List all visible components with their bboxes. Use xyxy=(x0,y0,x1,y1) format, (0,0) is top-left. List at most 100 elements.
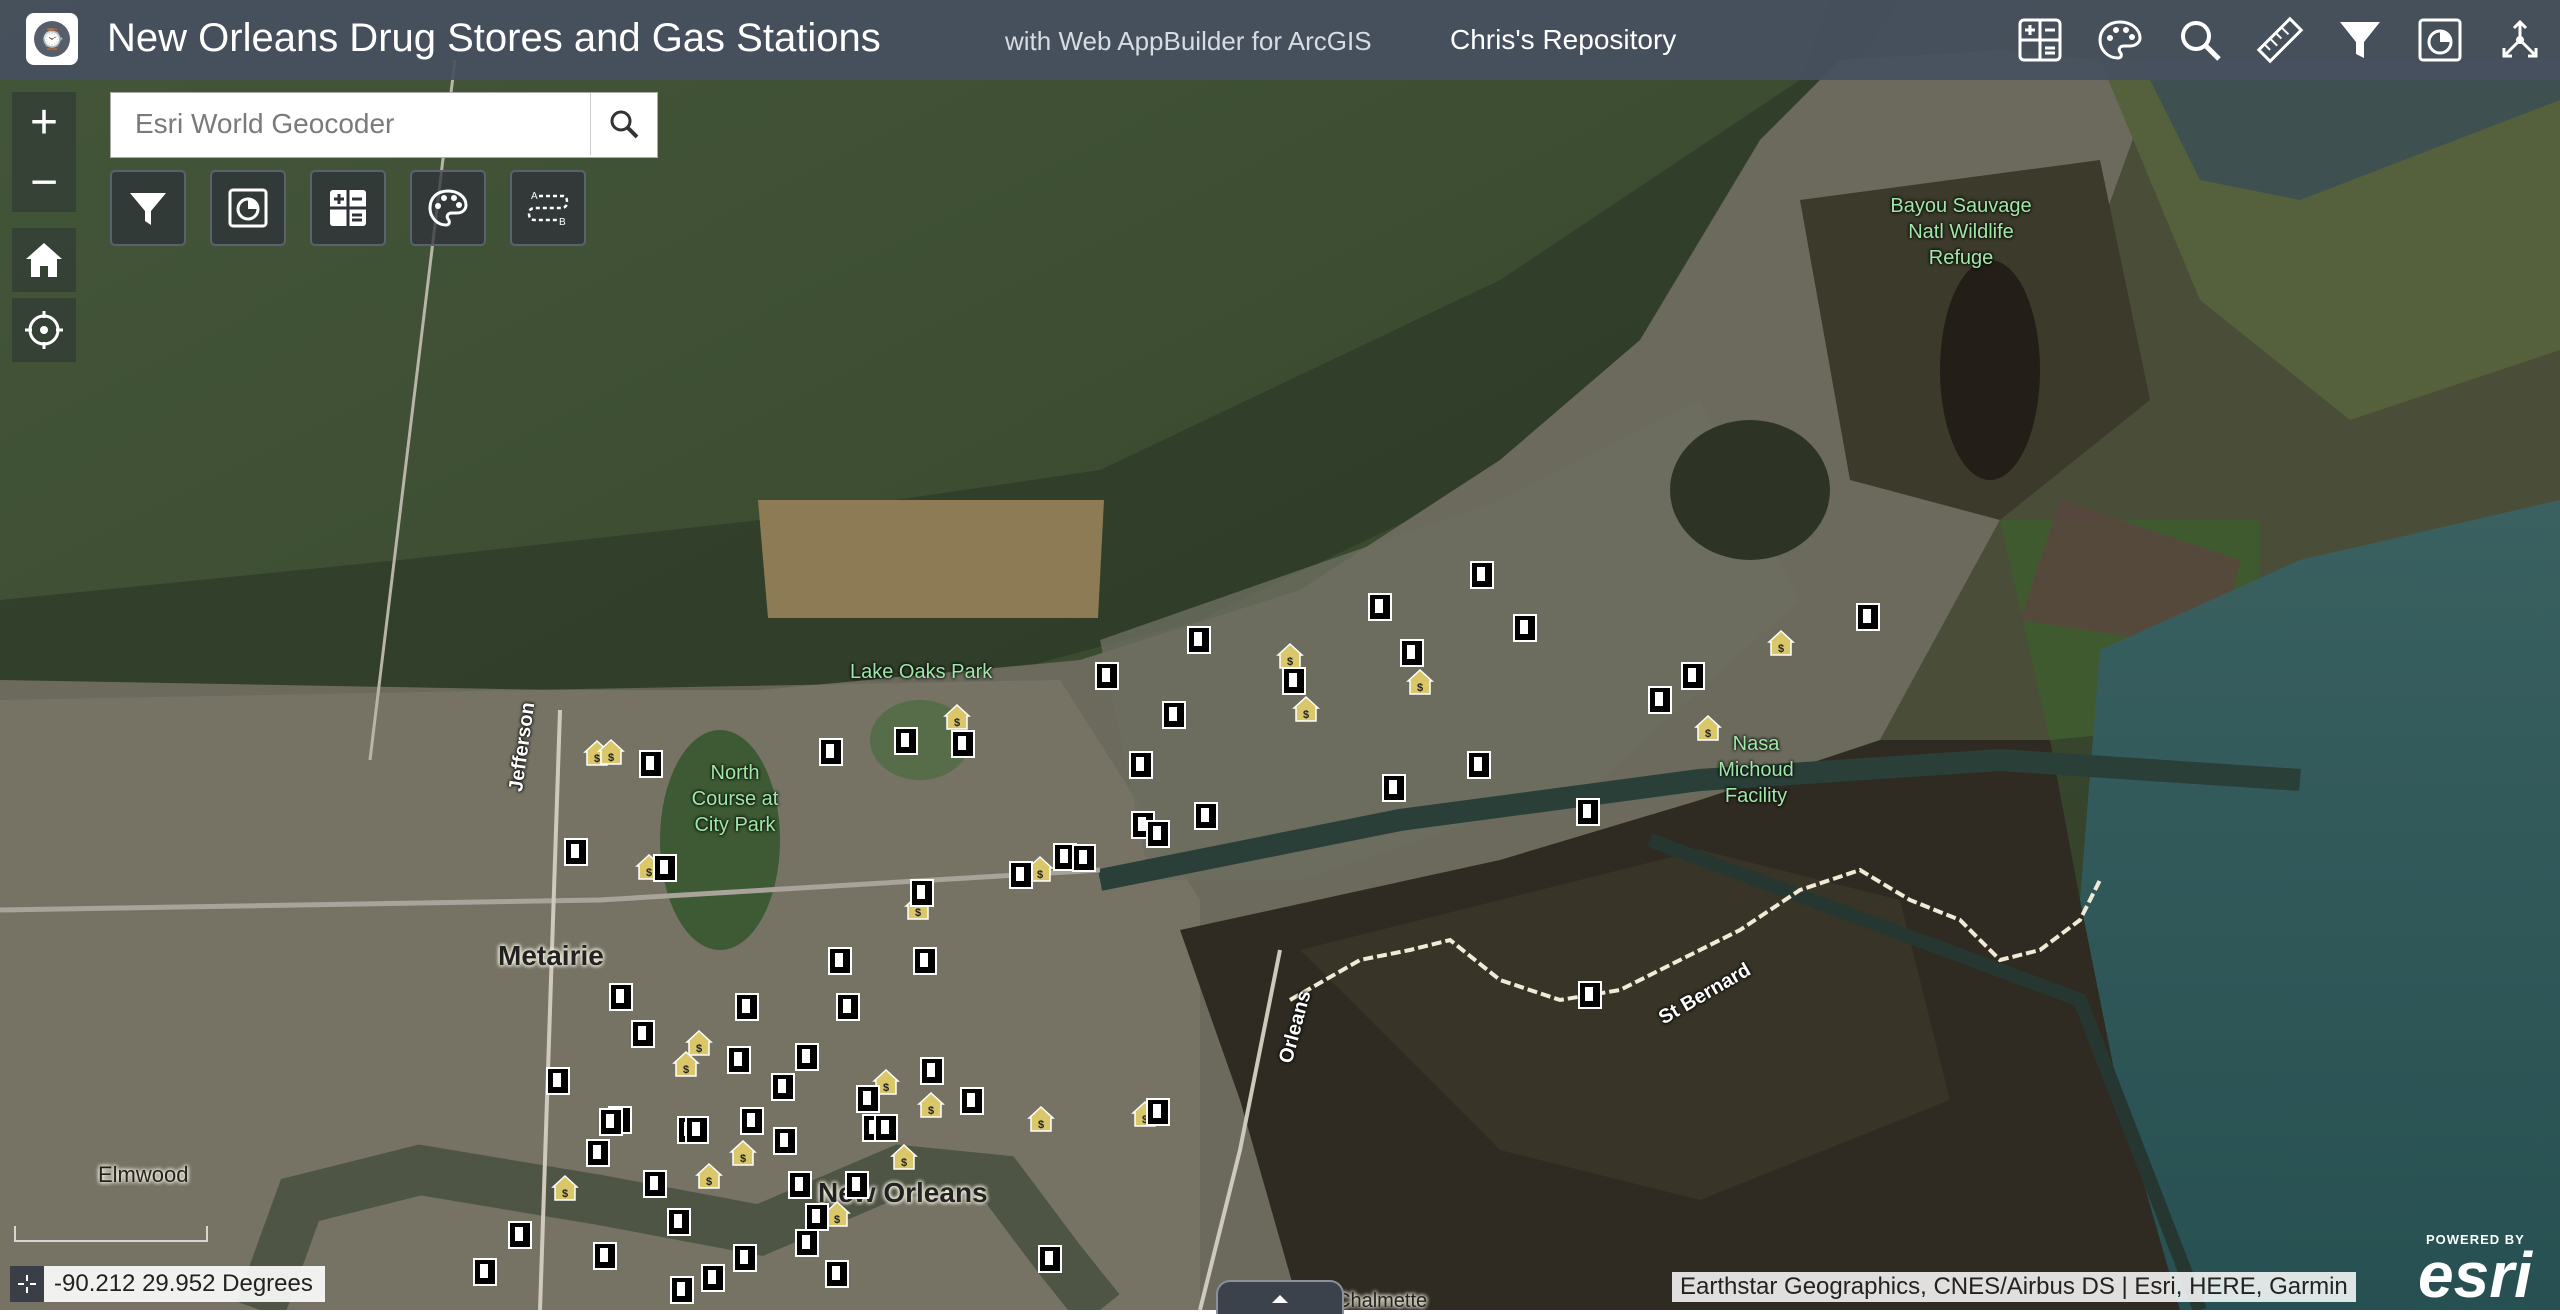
gas-station-marker[interactable] xyxy=(1146,1098,1170,1126)
svg-text:$: $ xyxy=(901,1157,907,1169)
gas-station-marker[interactable] xyxy=(894,727,918,755)
palette-icon[interactable] xyxy=(2080,0,2160,80)
chart-icon[interactable] xyxy=(2400,0,2480,80)
gas-station-marker[interactable] xyxy=(773,1127,797,1155)
gas-station-marker[interactable] xyxy=(951,730,975,758)
drug-store-marker[interactable]: $ xyxy=(890,1143,918,1170)
drug-store-marker[interactable]: $ xyxy=(1767,629,1795,656)
gas-station-marker[interactable] xyxy=(1129,751,1153,779)
drug-store-marker[interactable]: $ xyxy=(1406,668,1434,695)
share-icon[interactable] xyxy=(2480,0,2560,80)
gas-station-marker[interactable] xyxy=(795,1043,819,1071)
gas-station-marker[interactable] xyxy=(1038,1245,1062,1273)
gas-station-marker[interactable] xyxy=(685,1116,709,1144)
gas-station-marker[interactable] xyxy=(670,1276,694,1304)
gas-station-marker[interactable] xyxy=(1146,820,1170,848)
search-button[interactable] xyxy=(590,93,657,155)
gas-station-marker[interactable] xyxy=(825,1260,849,1288)
gas-station-marker[interactable] xyxy=(473,1258,497,1286)
gas-station-marker[interactable] xyxy=(609,983,633,1011)
drug-store-marker[interactable]: $ xyxy=(695,1162,723,1189)
gas-station-marker[interactable] xyxy=(836,993,860,1021)
gas-station-marker[interactable] xyxy=(771,1073,795,1101)
gas-station-marker[interactable] xyxy=(740,1107,764,1135)
app-header: ⌚ New Orleans Drug Stores and Gas Statio… xyxy=(0,0,2560,80)
gas-station-marker[interactable] xyxy=(874,1114,898,1142)
gas-station-marker[interactable] xyxy=(639,750,663,778)
gas-station-marker[interactable] xyxy=(845,1171,869,1199)
directions-tool-button[interactable]: AB xyxy=(510,170,586,246)
locate-button[interactable] xyxy=(12,298,76,362)
gas-station-marker[interactable] xyxy=(1194,802,1218,830)
filter-icon[interactable] xyxy=(2320,0,2400,80)
gas-station-marker[interactable] xyxy=(1009,861,1033,889)
gas-station-marker[interactable] xyxy=(1681,662,1705,690)
gas-station-marker[interactable] xyxy=(564,838,588,866)
calculator-icon[interactable] xyxy=(2000,0,2080,80)
gas-station-marker[interactable] xyxy=(920,1057,944,1085)
svg-text:A: A xyxy=(531,191,538,202)
attribute-table-toggle[interactable] xyxy=(1216,1280,1344,1314)
calculator-tool-button[interactable] xyxy=(310,170,386,246)
gas-station-marker[interactable] xyxy=(1400,639,1424,667)
gas-station-marker[interactable] xyxy=(1856,603,1880,631)
drug-store-marker[interactable]: $ xyxy=(597,738,625,765)
gas-station-marker[interactable] xyxy=(733,1244,757,1272)
gas-station-marker[interactable] xyxy=(1282,667,1306,695)
gas-station-marker[interactable] xyxy=(631,1020,655,1048)
drug-store-marker[interactable]: $ xyxy=(551,1174,579,1201)
gas-station-marker[interactable] xyxy=(828,947,852,975)
home-button[interactable] xyxy=(12,228,76,292)
gas-station-marker[interactable] xyxy=(1162,701,1186,729)
drug-store-marker[interactable]: $ xyxy=(917,1091,945,1118)
drug-store-marker[interactable]: $ xyxy=(1027,1105,1055,1132)
drug-store-marker[interactable]: $ xyxy=(729,1139,757,1166)
search-input[interactable] xyxy=(111,93,581,155)
gas-station-marker[interactable] xyxy=(1382,774,1406,802)
gas-station-marker[interactable] xyxy=(1578,981,1602,1009)
style-tool-button[interactable] xyxy=(410,170,486,246)
gas-station-marker[interactable] xyxy=(1368,593,1392,621)
gas-station-marker[interactable] xyxy=(701,1264,725,1292)
gas-station-marker[interactable] xyxy=(1467,751,1491,779)
gas-station-marker[interactable] xyxy=(1648,686,1672,714)
zoom-in-button[interactable]: + xyxy=(12,92,76,152)
gas-station-marker[interactable] xyxy=(643,1170,667,1198)
drug-store-marker[interactable]: $ xyxy=(1276,642,1304,669)
gas-station-marker[interactable] xyxy=(910,879,934,907)
zoom-out-button[interactable]: − xyxy=(12,152,76,212)
crosshair-icon[interactable] xyxy=(10,1266,44,1302)
gas-station-marker[interactable] xyxy=(593,1242,617,1270)
drug-store-marker[interactable]: $ xyxy=(685,1029,713,1056)
gas-station-marker[interactable] xyxy=(735,993,759,1021)
gas-station-marker[interactable] xyxy=(653,854,677,882)
gas-station-marker[interactable] xyxy=(795,1229,819,1257)
measure-icon[interactable] xyxy=(2240,0,2320,80)
gas-station-marker[interactable] xyxy=(819,738,843,766)
gas-station-marker[interactable] xyxy=(1576,798,1600,826)
gas-station-marker[interactable] xyxy=(788,1171,812,1199)
gas-station-marker[interactable] xyxy=(727,1046,751,1074)
gas-station-marker[interactable] xyxy=(586,1139,610,1167)
gas-station-marker[interactable] xyxy=(508,1221,532,1249)
drug-store-marker[interactable]: $ xyxy=(1292,695,1320,722)
chart-tool-button[interactable] xyxy=(210,170,286,246)
gas-station-marker[interactable] xyxy=(1470,561,1494,589)
gas-station-marker[interactable] xyxy=(1095,662,1119,690)
gas-station-marker[interactable] xyxy=(667,1208,691,1236)
home-icon xyxy=(26,243,62,277)
gas-station-marker[interactable] xyxy=(546,1067,570,1095)
gas-station-marker[interactable] xyxy=(1187,626,1211,654)
repository-link[interactable]: Chris's Repository xyxy=(1450,24,1676,56)
gas-station-marker[interactable] xyxy=(1513,614,1537,642)
drug-store-marker[interactable]: $ xyxy=(1694,714,1722,741)
gas-station-marker[interactable] xyxy=(1072,844,1096,872)
drug-store-marker[interactable]: $ xyxy=(943,703,971,730)
gas-station-marker[interactable] xyxy=(856,1085,880,1113)
search-icon[interactable] xyxy=(2160,0,2240,80)
gas-station-marker[interactable] xyxy=(805,1203,829,1231)
gas-station-marker[interactable] xyxy=(913,947,937,975)
gas-station-marker[interactable] xyxy=(960,1087,984,1115)
filter-tool-button[interactable] xyxy=(110,170,186,246)
gas-station-marker[interactable] xyxy=(599,1108,623,1136)
